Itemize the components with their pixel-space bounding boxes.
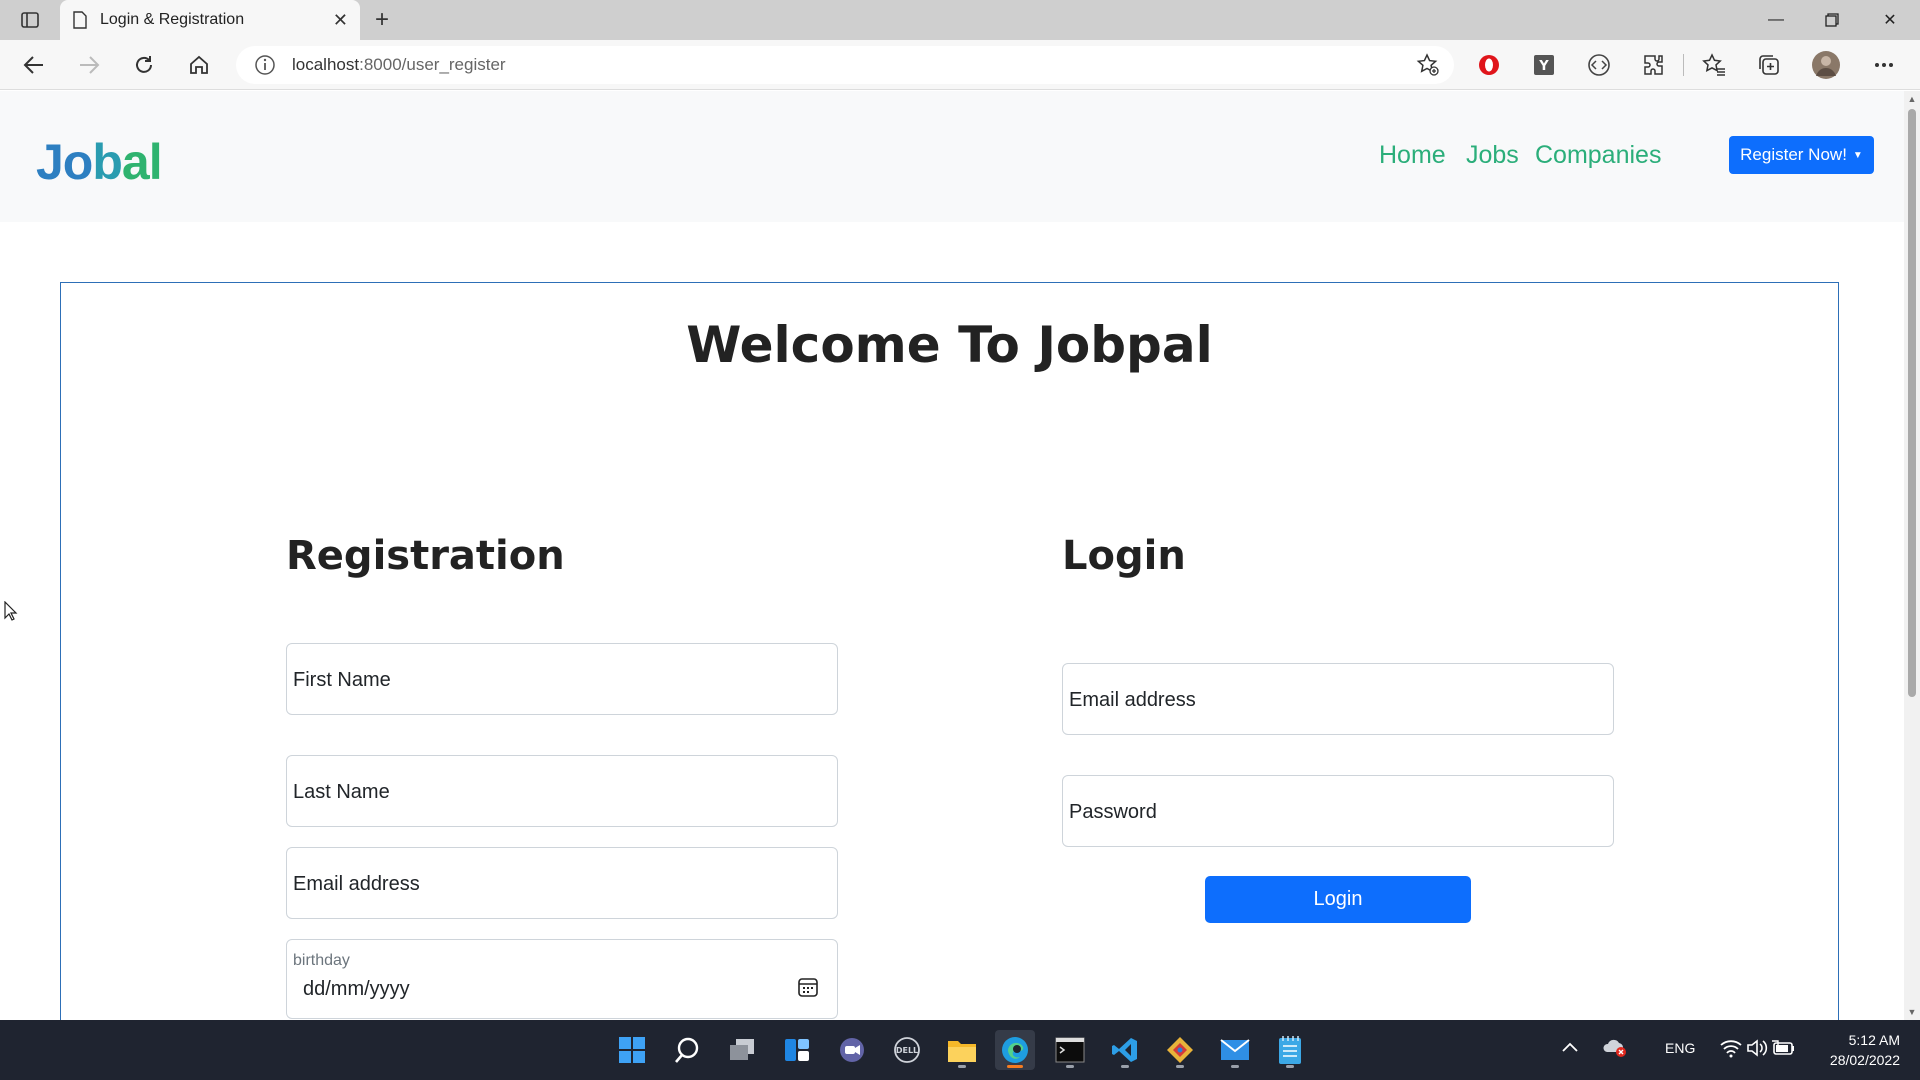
mail-icon[interactable]: [1215, 1030, 1255, 1070]
system-clock[interactable]: 5:12 AM 28/02/2022: [1830, 1030, 1900, 1070]
profile-avatar[interactable]: [1810, 49, 1842, 81]
code-extension-icon[interactable]: [1583, 49, 1615, 81]
active-indicator: [1007, 1065, 1023, 1068]
extensions-icon[interactable]: [1638, 49, 1670, 81]
running-indicator: [1176, 1065, 1184, 1068]
login-button[interactable]: Login: [1205, 876, 1471, 923]
scroll-up-icon[interactable]: ▲: [1907, 95, 1917, 104]
svg-text:Y: Y: [1538, 59, 1549, 74]
calendar-icon[interactable]: [797, 976, 819, 1003]
terminal-icon[interactable]: [1050, 1030, 1090, 1070]
register-now-dropdown[interactable]: Register Now! ▼: [1729, 136, 1874, 174]
url-host: localhost: [292, 55, 360, 74]
language-indicator[interactable]: ENG: [1665, 1040, 1695, 1056]
birthday-label: birthday: [293, 952, 350, 969]
widgets-icon[interactable]: [777, 1030, 817, 1070]
register-now-label: Register Now!: [1740, 145, 1847, 164]
toolbar-divider: [1683, 54, 1684, 76]
running-indicator: [1066, 1065, 1074, 1068]
login-email-placeholder: Email address: [1069, 689, 1196, 711]
running-indicator: [1231, 1065, 1239, 1068]
url-text: localhost:8000/user_register: [292, 55, 506, 75]
add-favorite-icon[interactable]: [1416, 53, 1440, 82]
vscode-icon[interactable]: [1105, 1030, 1145, 1070]
wifi-icon[interactable]: [1720, 1038, 1742, 1063]
edge-browser-icon[interactable]: [995, 1030, 1035, 1070]
birthday-value: dd/mm/yyyy: [303, 978, 410, 1000]
login-title: Login: [1062, 533, 1186, 579]
opera-icon[interactable]: [1473, 49, 1505, 81]
browser-tab-bar: Login & Registration ✕ + — ✕: [0, 0, 1920, 40]
scroll-down-icon[interactable]: ▼: [1907, 1008, 1917, 1017]
new-tab-button[interactable]: +: [368, 6, 396, 34]
home-icon[interactable]: [183, 49, 215, 81]
site-navbar: Jobal Home Jobs Companies Register Now! …: [0, 91, 1904, 222]
password-field[interactable]: Password: [1062, 775, 1614, 847]
page-title: Welcome To Jobpal: [686, 316, 1213, 374]
dell-icon[interactable]: DELL: [887, 1030, 927, 1070]
first-name-field[interactable]: First Name: [286, 643, 838, 715]
browser-toolbar: localhost:8000/user_register Y: [0, 40, 1920, 90]
svg-text:DELL: DELL: [896, 1046, 918, 1055]
last-name-placeholder: Last Name: [293, 781, 390, 803]
clock-date: 28/02/2022: [1829, 1052, 1900, 1068]
page-viewport: Jobal Home Jobs Companies Register Now! …: [0, 91, 1920, 1020]
search-icon[interactable]: [667, 1030, 707, 1070]
registration-title: Registration: [286, 533, 565, 579]
system-tray: ENG 5:12 AM 28/02/2022: [1560, 1020, 1920, 1080]
first-name-placeholder: First Name: [293, 669, 391, 691]
password-placeholder: Password: [1069, 801, 1157, 823]
info-icon[interactable]: [254, 54, 276, 76]
birthday-field[interactable]: birthday dd/mm/yyyy: [286, 939, 838, 1019]
onedrive-icon[interactable]: [1602, 1036, 1628, 1063]
nav-home[interactable]: Home: [1379, 141, 1446, 170]
last-name-field[interactable]: Last Name: [286, 755, 838, 827]
mouse-cursor-icon: [4, 600, 18, 626]
teams-chat-icon[interactable]: [832, 1030, 872, 1070]
scrollbar-thumb[interactable]: [1908, 109, 1916, 697]
more-icon[interactable]: [1868, 49, 1900, 81]
page-scrollbar[interactable]: ▲ ▼: [1904, 91, 1920, 1020]
caret-down-icon: ▼: [1852, 149, 1863, 161]
y-extension-icon[interactable]: Y: [1528, 49, 1560, 81]
windows-start-icon[interactable]: [612, 1030, 652, 1070]
forward-icon: [73, 49, 105, 81]
restore-icon[interactable]: [1804, 0, 1860, 40]
window-close-icon[interactable]: ✕: [1862, 0, 1918, 40]
nav-jobs[interactable]: Jobs: [1466, 141, 1519, 170]
collections-icon[interactable]: [1753, 49, 1785, 81]
refresh-icon[interactable]: [128, 49, 160, 81]
running-indicator: [1121, 1065, 1129, 1068]
login-email-field[interactable]: Email address: [1062, 663, 1614, 735]
battery-icon[interactable]: [1772, 1039, 1796, 1062]
browser-tab[interactable]: Login & Registration ✕: [60, 0, 360, 40]
tab-title: Login & Registration: [100, 11, 245, 28]
git-tool-icon[interactable]: [1160, 1030, 1200, 1070]
favorites-icon[interactable]: [1698, 49, 1730, 81]
show-hidden-icons-icon[interactable]: [1560, 1038, 1580, 1063]
jobpal-logo[interactable]: Jobal: [36, 133, 186, 190]
clock-time: 5:12 AM: [1848, 1032, 1900, 1048]
registration-email-placeholder: Email address: [293, 873, 420, 895]
registration-email-field[interactable]: Email address: [286, 847, 838, 919]
tab-actions-icon[interactable]: [12, 8, 48, 32]
logo-part-al: al: [121, 134, 163, 190]
running-indicator: [958, 1065, 966, 1068]
windows-taskbar: DELL ENG 5:12 AM 28/02/2022: [0, 1020, 1920, 1080]
close-icon[interactable]: ✕: [333, 10, 348, 31]
notepad-icon[interactable]: [1270, 1030, 1310, 1070]
logo-part-b: b: [92, 134, 123, 190]
file-explorer-icon[interactable]: [942, 1030, 982, 1070]
url-path: :8000/user_register: [359, 55, 506, 74]
volume-icon[interactable]: [1746, 1038, 1768, 1063]
welcome-panel: Welcome To Jobpal Registration Login Fir…: [60, 282, 1839, 1020]
back-icon[interactable]: [18, 49, 50, 81]
nav-companies[interactable]: Companies: [1535, 141, 1661, 170]
page-icon: [73, 11, 87, 29]
logo-part-jo: Jo: [36, 134, 93, 190]
minimize-icon[interactable]: —: [1748, 0, 1804, 40]
running-indicator: [1286, 1065, 1294, 1068]
address-bar[interactable]: localhost:8000/user_register: [236, 46, 1454, 84]
task-view-icon[interactable]: [722, 1030, 762, 1070]
